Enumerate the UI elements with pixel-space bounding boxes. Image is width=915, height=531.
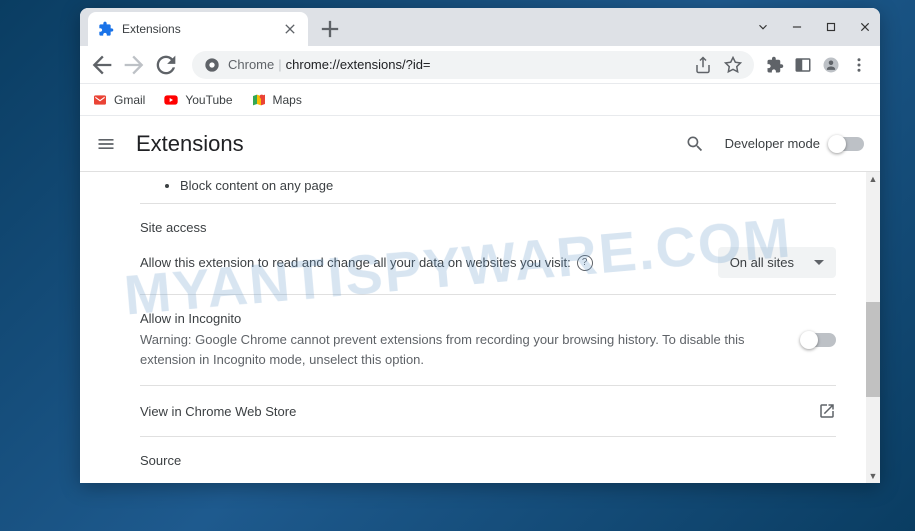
address-bar[interactable]: Chrome | chrome://extensions/?id=	[192, 51, 754, 79]
permissions-section: Block content on any page	[140, 172, 836, 204]
incognito-title: Allow in Incognito	[140, 311, 786, 326]
tab-title: Extensions	[122, 22, 274, 36]
search-icon[interactable]	[685, 134, 705, 154]
chevron-down-icon	[814, 260, 824, 265]
page-title: Extensions	[136, 131, 665, 157]
scroll-up-arrow[interactable]: ▲	[866, 172, 880, 186]
dropdown-value: On all sites	[730, 255, 794, 270]
web-store-section[interactable]: View in Chrome Web Store	[140, 386, 836, 437]
omnibox-text: Chrome | chrome://extensions/?id=	[228, 57, 431, 72]
open-external-icon	[818, 402, 836, 420]
youtube-icon	[163, 92, 179, 108]
forward-button[interactable]	[120, 51, 148, 79]
site-access-section: Site access Allow this extension to read…	[140, 204, 836, 295]
profile-avatar-icon[interactable]	[822, 56, 840, 74]
content-scroll[interactable]: Block content on any page Site access Al…	[80, 172, 866, 483]
source-title: Source	[140, 453, 836, 468]
maximize-icon[interactable]	[824, 20, 838, 34]
developer-mode-row: Developer mode	[725, 136, 864, 151]
incognito-toggle[interactable]	[802, 333, 836, 347]
scrollbar-thumb[interactable]	[866, 302, 880, 397]
maps-icon	[251, 92, 267, 108]
kebab-menu-icon[interactable]	[850, 56, 868, 74]
web-store-label: View in Chrome Web Store	[140, 404, 296, 419]
back-button[interactable]	[88, 51, 116, 79]
extensions-header: Extensions Developer mode	[80, 116, 880, 172]
content-area: Block content on any page Site access Al…	[80, 172, 880, 483]
extension-puzzle-icon	[98, 21, 114, 37]
side-panel-icon[interactable]	[794, 56, 812, 74]
minimize-icon[interactable]	[790, 20, 804, 34]
bookmark-label: YouTube	[185, 93, 232, 107]
reload-button[interactable]	[152, 51, 180, 79]
developer-mode-label: Developer mode	[725, 136, 820, 151]
bookmark-maps[interactable]: Maps	[251, 92, 302, 108]
bookmark-youtube[interactable]: YouTube	[163, 92, 232, 108]
help-icon[interactable]: ?	[577, 255, 593, 271]
bookmarks-bar: Gmail YouTube Maps	[80, 84, 880, 116]
permission-item: Block content on any page	[180, 178, 836, 193]
extensions-puzzle-icon[interactable]	[766, 56, 784, 74]
incognito-section: Allow in Incognito Warning: Google Chrom…	[140, 295, 836, 386]
incognito-warning: Warning: Google Chrome cannot prevent ex…	[140, 330, 786, 369]
gmail-icon	[92, 92, 108, 108]
browser-window: Extensions Chrome | chrome://extensions/…	[80, 8, 880, 483]
bookmark-star-icon[interactable]	[724, 56, 742, 74]
site-access-description: Allow this extension to read and change …	[140, 255, 593, 271]
site-access-dropdown[interactable]: On all sites	[718, 247, 836, 278]
source-section: Source	[140, 437, 836, 483]
close-tab-icon[interactable]	[282, 21, 298, 37]
share-icon[interactable]	[694, 56, 712, 74]
bookmark-label: Maps	[273, 93, 302, 107]
developer-mode-toggle[interactable]	[830, 137, 864, 151]
chrome-logo-icon	[204, 57, 220, 73]
section-title: Site access	[140, 220, 836, 235]
window-controls	[756, 8, 880, 46]
bookmark-gmail[interactable]: Gmail	[92, 92, 145, 108]
scroll-down-arrow[interactable]: ▼	[866, 469, 880, 483]
new-tab-button[interactable]	[316, 15, 344, 43]
chevron-down-icon[interactable]	[756, 20, 770, 34]
scrollbar[interactable]: ▲ ▼	[866, 172, 880, 483]
browser-toolbar: Chrome | chrome://extensions/?id=	[80, 46, 880, 84]
bookmark-label: Gmail	[114, 93, 145, 107]
close-window-icon[interactable]	[858, 20, 872, 34]
browser-tab[interactable]: Extensions	[88, 12, 308, 46]
hamburger-menu-icon[interactable]	[96, 134, 116, 154]
